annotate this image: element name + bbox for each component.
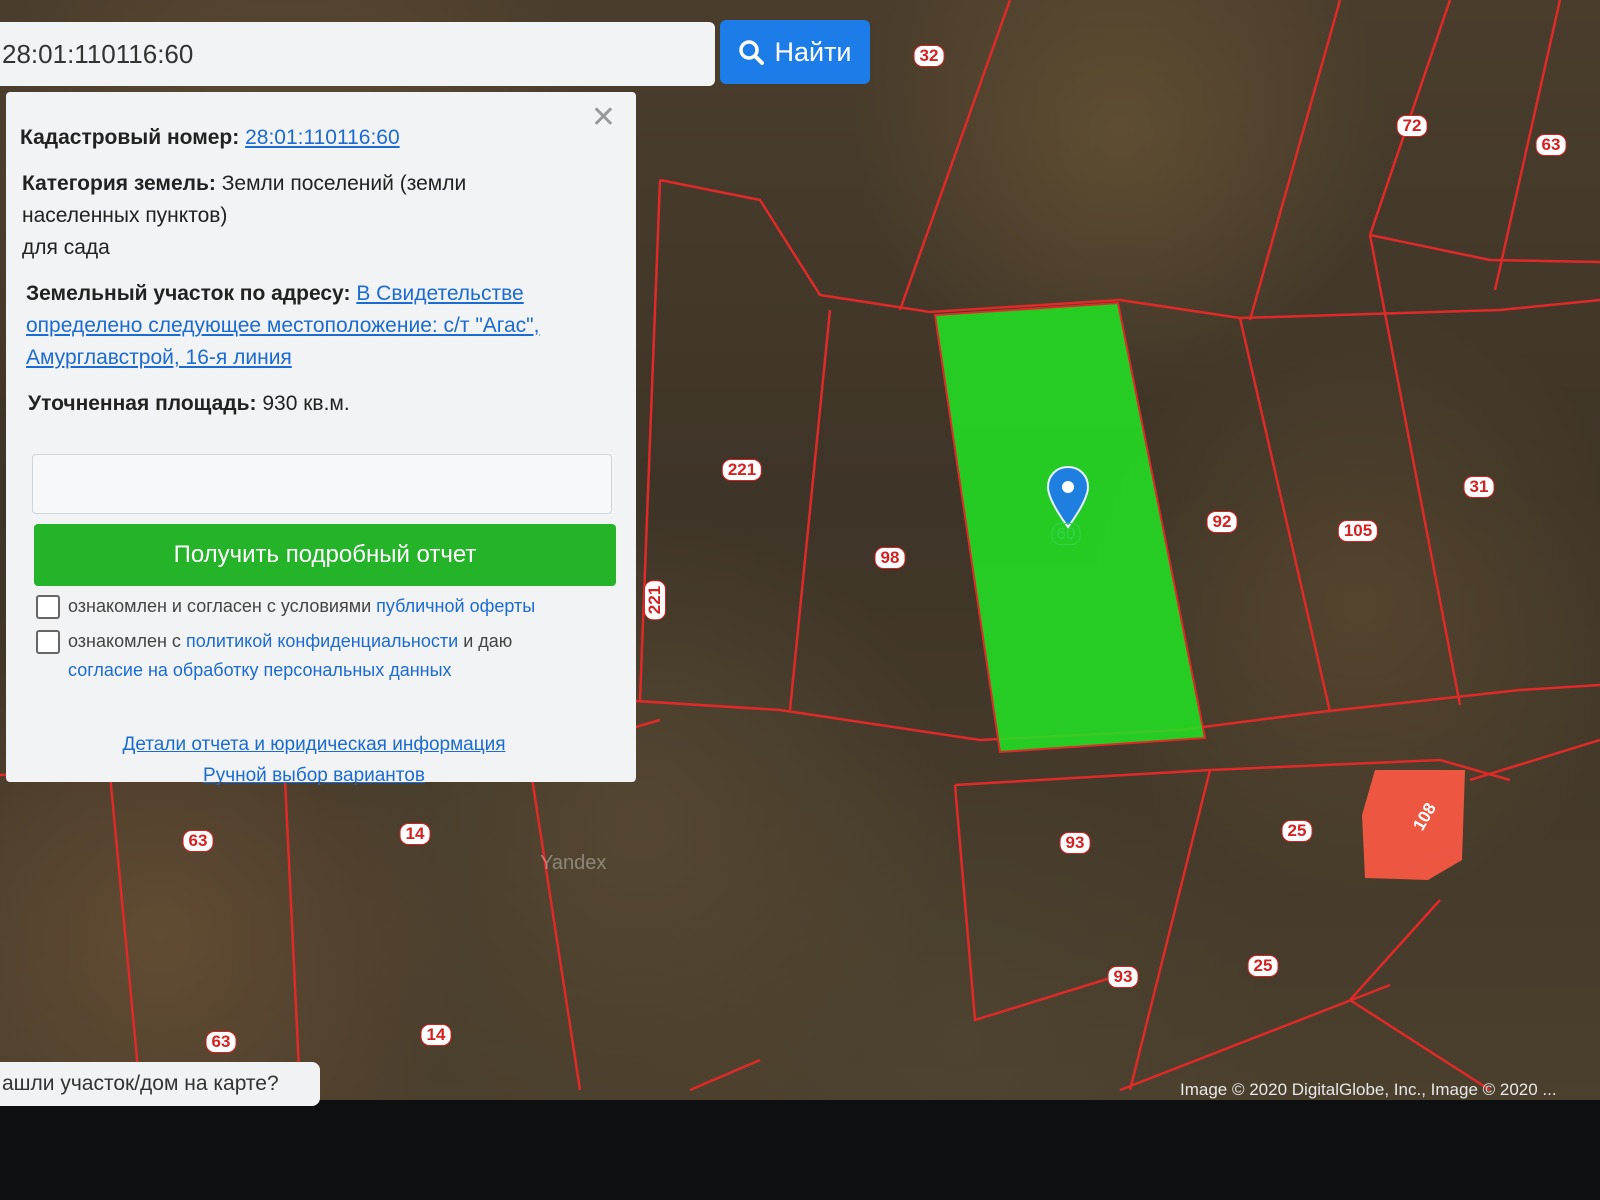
lot-label[interactable]: 221 <box>644 579 666 621</box>
area-row: Уточненная площадь: 930 кв.м. <box>28 388 614 420</box>
get-report-button[interactable]: Получить подробный отчет <box>34 524 616 586</box>
lot-label[interactable]: 105 <box>1337 520 1379 542</box>
privacy-policy-link[interactable]: политикой конфиденциальности <box>186 631 458 651</box>
manual-selection-link[interactable]: Ручной выбор вариантов <box>14 760 614 791</box>
lot-label[interactable]: 93 <box>1059 832 1091 854</box>
lot-label[interactable]: 14 <box>399 823 431 845</box>
cadastral-row: Кадастровый номер: 28:01:110116:60 <box>20 122 614 154</box>
lot-label[interactable]: 25 <box>1281 820 1313 842</box>
search-input[interactable]: 28:01:110116:60 <box>0 22 715 86</box>
selected-lot-label: 60 <box>1051 523 1081 545</box>
lot-label[interactable]: 92 <box>1206 511 1238 533</box>
category-row: Категория земель: Земли поселений (земли… <box>22 168 614 264</box>
lot-label[interactable]: 63 <box>182 830 214 852</box>
privacy-text-a: ознакомлен с <box>68 631 181 651</box>
lot-label[interactable]: 25 <box>1247 955 1279 977</box>
parcel-info-panel: ✕ Кадастровый номер: 28:01:110116:60 Кат… <box>6 92 636 786</box>
cadastral-link[interactable]: 28:01:110116:60 <box>245 126 400 149</box>
map-copyright: Image © 2020 DigitalGlobe, Inc., Image ©… <box>1180 1080 1557 1099</box>
category-label: Категория земель: <box>22 172 216 195</box>
search-button[interactable]: Найти <box>720 20 870 84</box>
lot-label[interactable]: 93 <box>1107 966 1139 988</box>
address-link-3[interactable]: Амурглавстрой, 16-я линия <box>26 346 292 369</box>
lot-label[interactable]: 31 <box>1463 476 1495 498</box>
lot-label[interactable]: 98 <box>874 547 906 569</box>
map-watermark: Yandex <box>540 852 607 874</box>
cadastral-label: Кадастровый номер: <box>20 126 240 149</box>
category-value: Земли поселений (земли <box>221 172 467 195</box>
lot-label[interactable]: 32 <box>913 45 945 67</box>
search-button-label: Найти <box>774 36 852 67</box>
lot-label[interactable]: 72 <box>1396 115 1428 137</box>
privacy-text-b: и даю <box>463 631 513 651</box>
lot-label[interactable]: 63 <box>1535 134 1567 156</box>
offer-consent-row: ознакомлен и согласен с условиями публич… <box>36 592 614 621</box>
personal-data-consent-link[interactable]: согласие на обработку персональных данны… <box>68 660 452 680</box>
email-input[interactable] <box>32 454 612 514</box>
address-row: Земельный участок по адресу: В Свидетель… <box>26 278 614 374</box>
privacy-checkbox[interactable] <box>36 630 60 654</box>
lot-label[interactable]: 63 <box>205 1031 237 1053</box>
category-value-2: населенных пунктов) <box>22 204 228 227</box>
offer-checkbox[interactable] <box>36 595 60 619</box>
area-value: 930 кв.м. <box>262 392 350 415</box>
found-on-map-button[interactable]: ашли участок/дом на карте? <box>0 1062 320 1106</box>
address-label: Земельный участок по адресу: <box>26 282 351 305</box>
address-link-2[interactable]: определено следующее местоположение: с/т… <box>26 314 539 337</box>
address-link[interactable]: В Свидетельстве <box>356 282 523 305</box>
category-value-3: для сада <box>22 236 110 259</box>
search-icon <box>739 40 765 65</box>
report-details-link[interactable]: Детали отчета и юридическая информация <box>14 729 614 760</box>
privacy-consent-row: ознакомлен с политикой конфиденциальност… <box>36 627 614 685</box>
lot-label[interactable]: 221 <box>721 459 763 481</box>
panel-footer-links: Детали отчета и юридическая информация Р… <box>14 729 614 791</box>
offer-consent-text: ознакомлен и согласен с условиями <box>68 596 372 616</box>
close-icon[interactable]: ✕ <box>591 102 616 134</box>
lot-label[interactable]: 14 <box>420 1024 452 1046</box>
public-offer-link[interactable]: публичной оферты <box>376 596 535 616</box>
area-label: Уточненная площадь: <box>28 392 257 415</box>
